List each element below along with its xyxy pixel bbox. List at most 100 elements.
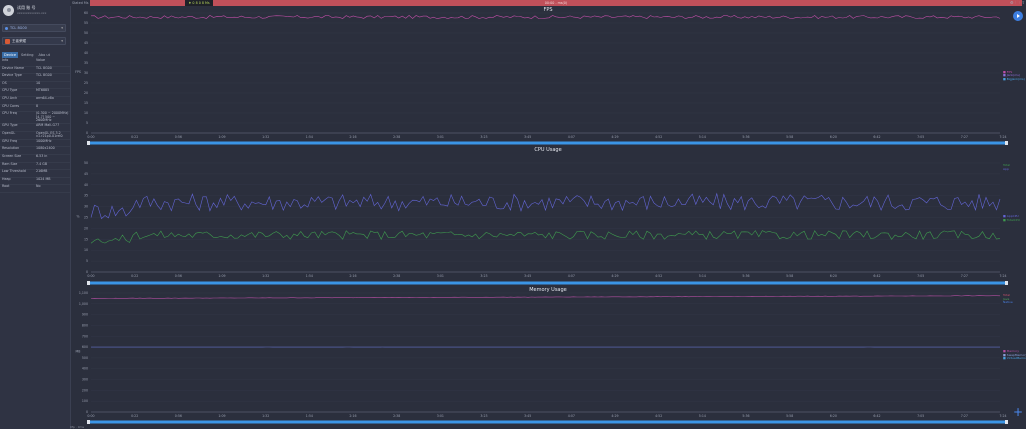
x-tick-label: 3:45	[524, 135, 531, 139]
y-tick-label: 40	[84, 183, 88, 187]
x-tick-label: 3:23	[480, 135, 487, 139]
y-tick-label: 40	[84, 51, 88, 55]
x-tick-label: 6:20	[830, 414, 837, 418]
x-tick-label: 4:52	[655, 414, 662, 418]
x-tick-label: 2:16	[349, 135, 356, 139]
x-tick-label: 6:20	[830, 274, 837, 278]
series-line-totalcpu	[90, 192, 1001, 220]
y-tick-label: 200	[82, 388, 88, 392]
y-tick-label: 30	[84, 71, 88, 75]
x-tick-label: 7:24	[999, 414, 1006, 418]
x-tick-label: 4:29	[611, 135, 618, 139]
legend-item[interactable]: ■ TotalCPU	[1003, 218, 1020, 223]
x-tick-label: 1:32	[262, 135, 269, 139]
chart-title: CPU Usage	[534, 147, 562, 153]
x-tick-label: 5:58	[786, 135, 793, 139]
y-axis-label: MB	[76, 350, 81, 354]
x-tick-label: 0:00	[87, 414, 94, 418]
series-line-appcpu	[90, 230, 1001, 244]
slider-handle-left[interactable]	[87, 420, 90, 424]
y-tick-label: 600	[82, 345, 88, 349]
top-label: App	[1003, 166, 1009, 171]
y-tick-label: 400	[82, 367, 88, 371]
y-tick-label: 45	[84, 41, 88, 45]
x-tick-label: 7:27	[961, 274, 968, 278]
x-tick-label: 7:05	[917, 414, 924, 418]
x-tick-label: 5:14	[699, 274, 706, 278]
x-tick-label: 3:23	[480, 414, 487, 418]
x-tick-label: 4:52	[655, 135, 662, 139]
chart-top-labels: Total App	[1003, 163, 1010, 171]
charts-canvas: 605550454035302520151050FPS0:00 0:22 0:56 1…	[75, 11, 1008, 424]
time-range-slider[interactable]	[87, 281, 1008, 285]
slider-handle-right[interactable]	[1005, 281, 1008, 285]
x-tick-label: 7:27	[961, 414, 968, 418]
x-tick-label: 5:36	[742, 274, 749, 278]
x-tick-label: 2:16	[349, 274, 356, 278]
y-tick-label: 100	[82, 399, 88, 403]
x-tick-label: 3:01	[437, 274, 444, 278]
x-tick-label: 5:58	[786, 274, 793, 278]
x-tick-label: 2:38	[393, 274, 400, 278]
y-tick-label: 900	[82, 313, 88, 317]
x-tick-label: 0:22	[131, 135, 138, 139]
slider-handle-left[interactable]	[87, 141, 90, 145]
x-tick-label: 7:05	[917, 274, 924, 278]
y-tick-label: 45	[84, 172, 88, 176]
x-tick-label: 5:14	[699, 414, 706, 418]
chart-title: FPS	[543, 7, 553, 13]
time-range-slider[interactable]	[87, 420, 1008, 424]
footer-status: 0fp · 0ms	[70, 425, 85, 429]
x-tick-label: 0:00	[87, 274, 94, 278]
y-tick-label: 300	[82, 378, 88, 382]
y-tick-label: 35	[84, 194, 88, 198]
x-tick-label: 6:42	[873, 414, 880, 418]
y-tick-label: 500	[82, 356, 88, 360]
x-tick-label: 3:01	[437, 135, 444, 139]
x-tick-label: 0:22	[131, 414, 138, 418]
x-tick-label: 7:05	[917, 135, 924, 139]
y-tick-label: 55	[84, 21, 88, 25]
y-tick-label: 10	[84, 248, 88, 252]
y-tick-label: 700	[82, 334, 88, 338]
x-tick-label: 4:07	[568, 274, 575, 278]
slider-handle-right[interactable]	[1005, 141, 1008, 145]
y-tick-label: 5	[86, 121, 88, 125]
x-tick-label: 3:01	[437, 414, 444, 418]
y-tick-label: 800	[82, 323, 88, 327]
chart-legend: ■ AppCPU ■ TotalCPU	[1003, 215, 1020, 222]
slider-handle-left[interactable]	[87, 281, 90, 285]
y-tick-label: 25	[84, 216, 88, 220]
x-tick-label: 0:22	[131, 274, 138, 278]
x-tick-label: 1:54	[306, 135, 313, 139]
chart-title: Memory Usage	[529, 287, 567, 293]
y-tick-label: 50	[84, 31, 88, 35]
time-range-slider[interactable]	[87, 141, 1008, 145]
y-tick-label: 1,000	[79, 302, 88, 306]
x-tick-label: 0:00	[87, 135, 94, 139]
x-tick-label: 0:56	[175, 274, 182, 278]
chart-legend: ■ Memory■ SwapMemory■ VirtualMemory	[1003, 349, 1026, 361]
legend-item[interactable]: ■ BigJank(ms)	[1003, 77, 1025, 82]
x-tick-label: 1:09	[218, 274, 225, 278]
x-tick-label: 5:58	[786, 414, 793, 418]
x-tick-label: 1:09	[218, 414, 225, 418]
slider-handle-right[interactable]	[1005, 420, 1008, 424]
x-tick-label: 4:29	[611, 414, 618, 418]
y-axis-label: FPS	[75, 70, 81, 74]
x-tick-label: 1:09	[218, 135, 225, 139]
x-tick-label: 4:07	[568, 135, 575, 139]
x-tick-label: 2:38	[393, 414, 400, 418]
chart-legend: ■ FPS ■ Jank(ms) ■ BigJank(ms)	[1003, 70, 1025, 82]
legend-item[interactable]: ■ VirtualMemory	[1003, 357, 1026, 361]
y-tick-label: 25	[84, 81, 88, 85]
y-tick-label: 35	[84, 61, 88, 65]
x-tick-label: 3:45	[524, 414, 531, 418]
series-line-memory	[90, 295, 1001, 299]
x-tick-label: 6:20	[830, 135, 837, 139]
x-tick-label: 4:52	[655, 274, 662, 278]
y-tick-label: 20	[84, 226, 88, 230]
series-line-fps	[90, 15, 1001, 19]
x-tick-label: 3:23	[480, 274, 487, 278]
y-tick-label: 20	[84, 91, 88, 95]
